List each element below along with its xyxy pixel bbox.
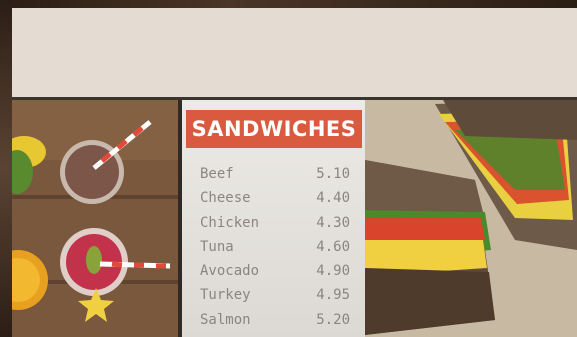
menu-item-name: Tuna (200, 238, 234, 255)
menu-item: Salmon 5.20 (200, 308, 350, 332)
menu-item-price: 4.40 (316, 190, 350, 207)
drinks-photo (12, 100, 178, 337)
drinks-illustration (12, 100, 178, 337)
menu-panel: SANDWICHES Beef 5.10 Cheese 4.40 Chicken… (182, 100, 365, 337)
menu-item-price: 4.90 (316, 263, 350, 280)
room-background-left (0, 0, 12, 337)
menu-item: Chicken 4.30 (200, 211, 350, 235)
menu-item-name: Avocado (200, 263, 260, 280)
menu-item-price: 5.20 (316, 311, 350, 328)
menu-item-name: Chicken (200, 214, 260, 231)
menu-header: SANDWICHES (186, 110, 362, 148)
menu-item-name: Turkey (200, 287, 251, 304)
menu-item-price: 4.60 (316, 238, 350, 255)
sandwich-illustration (365, 100, 577, 337)
menu-item-price: 4.95 (316, 287, 350, 304)
sandwich-photo (365, 100, 577, 337)
menu-item-name: Salmon (200, 311, 251, 328)
menu-title: SANDWICHES (191, 117, 357, 141)
menu-list: Beef 5.10 Cheese 4.40 Chicken 4.30 Tuna … (200, 162, 350, 332)
menu-item: Turkey 4.95 (200, 283, 350, 307)
menu-item: Avocado 4.90 (200, 259, 350, 283)
menu-item-name: Cheese (200, 190, 251, 207)
menu-item: Beef 5.10 (200, 162, 350, 186)
menu-item-name: Beef (200, 166, 234, 182)
menu-item: Cheese 4.40 (200, 186, 350, 210)
menu-item-price: 4.30 (316, 214, 350, 231)
menu-item-price: 5.10 (316, 166, 350, 182)
menu-item: Tuna 4.60 (200, 235, 350, 259)
